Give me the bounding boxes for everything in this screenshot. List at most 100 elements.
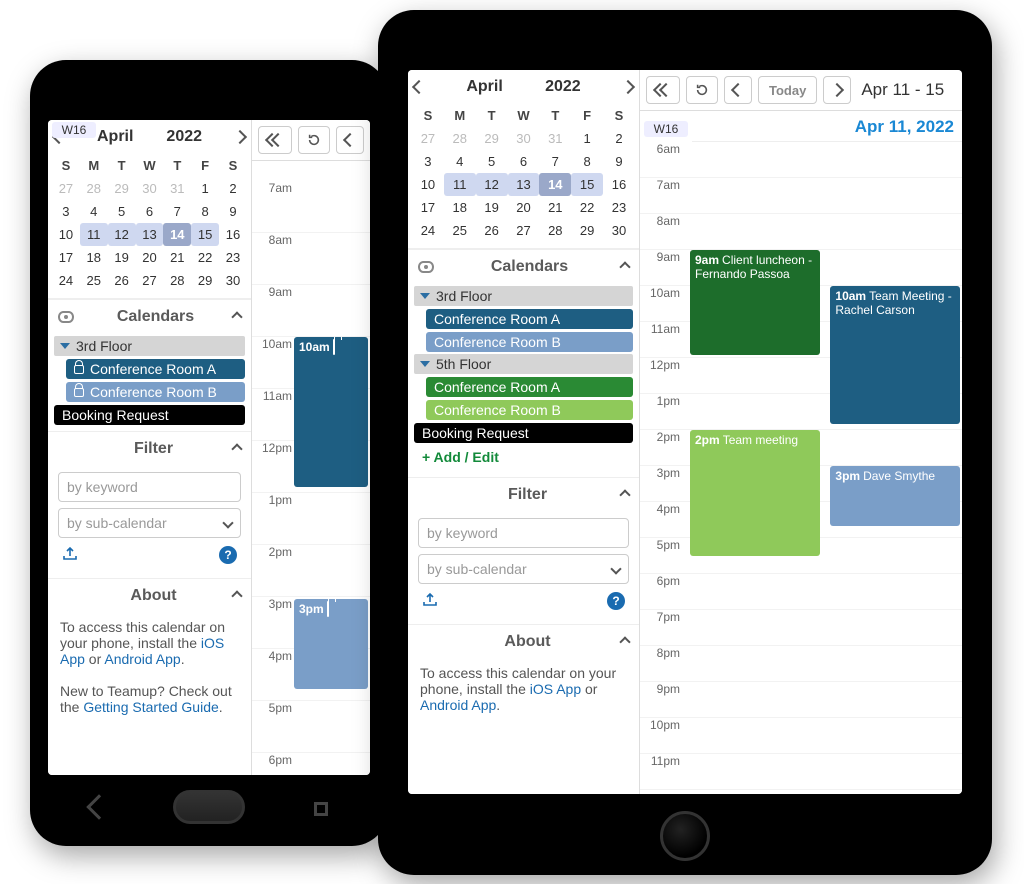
about-header[interactable]: About <box>48 578 251 613</box>
mini-day[interactable]: 28 <box>539 219 571 242</box>
mini-day[interactable]: 30 <box>219 269 247 292</box>
mini-day[interactable]: 26 <box>476 219 508 242</box>
collapse-button[interactable] <box>258 126 292 154</box>
month-label[interactable]: April <box>466 78 502 96</box>
next-month-icon[interactable] <box>621 80 635 94</box>
calendar-item[interactable]: Booking Request <box>54 405 245 425</box>
subcalendar-select[interactable]: by sub-calendar <box>58 508 241 538</box>
add-edit-button[interactable]: + Add / Edit <box>414 443 633 471</box>
mini-day[interactable]: 16 <box>219 223 247 246</box>
mini-day[interactable]: 22 <box>571 196 603 219</box>
chevron-up-icon[interactable] <box>231 590 242 601</box>
keyword-input[interactable]: by keyword <box>418 518 629 548</box>
chevron-up-icon[interactable] <box>619 489 630 500</box>
event[interactable]: 9amClient luncheon - Fernando Passoa <box>690 250 820 355</box>
mini-day[interactable]: 14 <box>163 223 191 246</box>
mini-day[interactable]: 11 <box>80 223 108 246</box>
mini-day[interactable]: 22 <box>191 246 219 269</box>
ios-app-link[interactable]: iOS App <box>530 681 581 697</box>
help-icon[interactable]: ? <box>219 546 237 564</box>
calendar-item[interactable]: Conference Room A <box>66 359 245 379</box>
mini-day[interactable]: 9 <box>603 150 635 173</box>
mini-day[interactable]: 23 <box>219 246 247 269</box>
prev-month-icon[interactable] <box>412 80 426 94</box>
mini-day[interactable]: 1 <box>571 127 603 150</box>
help-icon[interactable]: ? <box>607 592 625 610</box>
keyword-input[interactable]: by keyword <box>58 472 241 502</box>
year-label[interactable]: 2022 <box>166 128 202 146</box>
mini-day[interactable]: 29 <box>191 269 219 292</box>
mini-day[interactable]: 27 <box>508 219 540 242</box>
mini-day[interactable]: 25 <box>80 269 108 292</box>
chevron-up-icon[interactable] <box>231 311 242 322</box>
day-grid[interactable]: 9amClient luncheon - Fernando Passoa10am… <box>640 142 962 794</box>
mini-day[interactable]: 8 <box>191 200 219 223</box>
mini-day[interactable]: 1 <box>191 177 219 200</box>
mini-day[interactable]: 12 <box>476 173 508 196</box>
mini-day[interactable]: 2 <box>219 177 247 200</box>
eye-icon[interactable] <box>58 311 74 323</box>
calendar-group[interactable]: 5th Floor <box>414 354 633 374</box>
mini-day[interactable]: 27 <box>52 177 80 200</box>
calendars-header[interactable]: Calendars <box>48 299 251 334</box>
mini-day[interactable]: 14 <box>539 173 571 196</box>
calendar-item[interactable]: Conference Room A <box>426 377 633 397</box>
mini-day[interactable]: 29 <box>571 219 603 242</box>
calendar-item[interactable]: Conference Room B <box>66 382 245 402</box>
mini-day[interactable]: 4 <box>80 200 108 223</box>
collapse-button[interactable] <box>646 76 680 104</box>
mini-day[interactable]: 6 <box>508 150 540 173</box>
month-label[interactable]: April <box>97 128 133 146</box>
mini-day[interactable]: 21 <box>539 196 571 219</box>
mini-day[interactable]: 29 <box>108 177 136 200</box>
eye-icon[interactable] <box>418 261 434 273</box>
mini-day[interactable]: 13 <box>508 173 540 196</box>
refresh-button[interactable] <box>686 76 718 104</box>
mini-day[interactable]: 12 <box>108 223 136 246</box>
mini-day[interactable]: 10 <box>412 173 444 196</box>
mini-day[interactable]: 3 <box>52 200 80 223</box>
mini-day[interactable]: 28 <box>163 269 191 292</box>
share-icon[interactable] <box>62 546 78 564</box>
mini-day[interactable]: 16 <box>603 173 635 196</box>
mini-day[interactable]: 18 <box>80 246 108 269</box>
mini-day[interactable]: 19 <box>108 246 136 269</box>
event[interactable]: 3pmDave Smythe <box>830 466 960 526</box>
mini-day[interactable]: 3 <box>412 150 444 173</box>
mini-day[interactable]: 5 <box>108 200 136 223</box>
mini-day[interactable]: 21 <box>163 246 191 269</box>
mini-day[interactable]: 20 <box>136 246 164 269</box>
filter-header[interactable]: Filter <box>48 431 251 466</box>
mini-day[interactable]: 24 <box>412 219 444 242</box>
next-month-icon[interactable] <box>233 130 247 144</box>
chevron-up-icon[interactable] <box>231 443 242 454</box>
event[interactable]: 10amTeam Meeting - Rachel Carson <box>830 286 960 424</box>
mini-day[interactable]: 29 <box>476 127 508 150</box>
mini-day[interactable]: 31 <box>539 127 571 150</box>
event[interactable]: 2pmTeam meeting <box>690 430 820 556</box>
calendar-group[interactable]: 3rd Floor <box>54 336 245 356</box>
calendar-group[interactable]: 3rd Floor <box>414 286 633 306</box>
calendar-item[interactable]: Conference Room B <box>426 332 633 352</box>
mini-day[interactable]: 28 <box>444 127 476 150</box>
getting-started-link[interactable]: Getting Started Guide <box>83 699 218 715</box>
mini-day[interactable]: 26 <box>108 269 136 292</box>
mini-day[interactable]: 9 <box>219 200 247 223</box>
today-button[interactable]: Today <box>758 76 817 104</box>
home-button[interactable] <box>660 811 710 861</box>
event[interactable]: 3pm <box>294 599 368 689</box>
mini-day[interactable]: 17 <box>52 246 80 269</box>
mini-day[interactable]: 11 <box>444 173 476 196</box>
mini-day[interactable]: 17 <box>412 196 444 219</box>
calendars-header[interactable]: Calendars <box>408 249 639 284</box>
event[interactable]: 10am <box>294 337 368 487</box>
about-header[interactable]: About <box>408 624 639 659</box>
mini-day[interactable]: 10 <box>52 223 80 246</box>
prev-button[interactable] <box>336 126 364 154</box>
home-button[interactable] <box>173 790 245 824</box>
filter-header[interactable]: Filter <box>408 477 639 512</box>
mini-day[interactable]: 30 <box>508 127 540 150</box>
refresh-button[interactable] <box>298 126 330 154</box>
share-icon[interactable] <box>422 592 438 610</box>
mini-day[interactable]: 27 <box>136 269 164 292</box>
